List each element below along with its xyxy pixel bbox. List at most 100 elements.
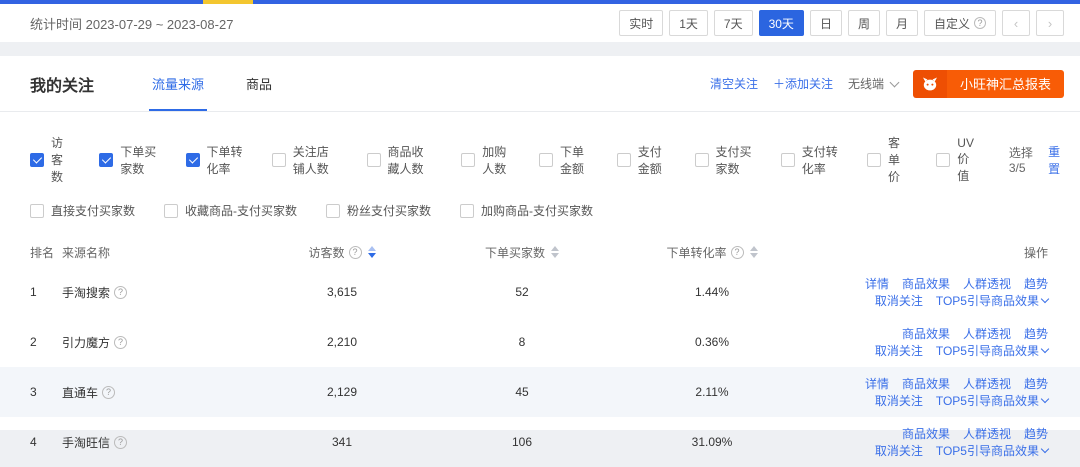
unfollow-link[interactable]: 取消关注 bbox=[875, 395, 923, 407]
metric-order-conversion[interactable]: 下单转化率 bbox=[186, 143, 243, 177]
channel-select[interactable]: 无线端 bbox=[848, 75, 898, 92]
source-name: 引力魔方 bbox=[62, 334, 110, 351]
table-row: 3 直通车 ? 2,129 45 2.11% 详情 商品效果 人群透视 趋势 取… bbox=[0, 367, 1080, 417]
range-button-week[interactable]: 周 bbox=[848, 10, 880, 36]
tab-items[interactable]: 商品 bbox=[246, 56, 272, 111]
trend-link[interactable]: 趋势 bbox=[1024, 278, 1048, 290]
summary-report-label: 小旺神汇总报表 bbox=[947, 70, 1064, 98]
metric-label: 下单金额 bbox=[560, 143, 588, 177]
source-cell: 直通车 ? bbox=[62, 384, 242, 401]
metric-pay-amount[interactable]: 支付金额 bbox=[617, 143, 666, 177]
metric-filters: 访客数 下单买家数 下单转化率 关注店铺人数 商品收藏人数 加购人数 下单金额 … bbox=[0, 112, 1080, 219]
checkbox-icon[interactable] bbox=[781, 153, 795, 167]
detail-link[interactable]: 详情 bbox=[865, 278, 889, 290]
checkbox-icon[interactable] bbox=[30, 204, 44, 218]
checkbox-icon[interactable] bbox=[326, 204, 340, 218]
audience-insight-link[interactable]: 人群透视 bbox=[963, 278, 1011, 290]
range-button-realtime[interactable]: 实时 bbox=[619, 10, 663, 36]
detail-link[interactable]: 详情 bbox=[865, 378, 889, 390]
checkbox-icon[interactable] bbox=[272, 153, 286, 167]
metric-avg-order-value[interactable]: 客单价 bbox=[867, 134, 907, 185]
metric-fan-pay-buyers[interactable]: 粉丝支付买家数 bbox=[326, 202, 431, 219]
sort-icon-order-buyers[interactable] bbox=[551, 246, 559, 258]
top5-effect-link[interactable]: TOP5引导商品效果 bbox=[936, 395, 1048, 407]
checkbox-icon[interactable] bbox=[867, 153, 881, 167]
help-icon[interactable]: ? bbox=[114, 436, 127, 449]
order-buyers-cell: 45 bbox=[442, 385, 602, 399]
selection-counter: 选择 3/5 重置 bbox=[1009, 143, 1064, 177]
visitors-cell: 3,615 bbox=[242, 285, 442, 299]
top5-effect-link[interactable]: TOP5引导商品效果 bbox=[936, 295, 1048, 307]
range-button-day[interactable]: 日 bbox=[810, 10, 842, 36]
metric-pay-buyers[interactable]: 支付买家数 bbox=[695, 143, 752, 177]
chevron-down-icon bbox=[1041, 345, 1049, 353]
metric-cart-item-pay-buyers[interactable]: 加购商品-支付买家数 bbox=[460, 202, 593, 219]
order-conversion-cell: 1.44% bbox=[602, 285, 822, 299]
trend-link[interactable]: 趋势 bbox=[1024, 378, 1048, 390]
top5-effect-link[interactable]: TOP5引导商品效果 bbox=[936, 345, 1048, 357]
audience-insight-link[interactable]: 人群透视 bbox=[963, 378, 1011, 390]
table-row: 1 手淘搜索 ? 3,615 52 1.44% 详情 商品效果 人群透视 趋势 … bbox=[0, 267, 1080, 317]
help-icon[interactable]: ? bbox=[102, 386, 115, 399]
help-icon[interactable]: ? bbox=[114, 286, 127, 299]
trend-link[interactable]: 趋势 bbox=[1024, 328, 1048, 340]
metric-order-amount[interactable]: 下单金额 bbox=[539, 143, 588, 177]
checkbox-icon[interactable] bbox=[461, 153, 475, 167]
metric-pay-conversion[interactable]: 支付转化率 bbox=[781, 143, 838, 177]
range-button-30d[interactable]: 30天 bbox=[759, 10, 804, 36]
source-cell: 手淘搜索 ? bbox=[62, 284, 242, 301]
range-button-custom[interactable]: 自定义 ? bbox=[924, 10, 996, 36]
unfollow-link[interactable]: 取消关注 bbox=[875, 445, 923, 457]
item-effect-link[interactable]: 商品效果 bbox=[902, 428, 950, 440]
unfollow-link[interactable]: 取消关注 bbox=[875, 345, 923, 357]
help-icon[interactable]: ? bbox=[731, 246, 744, 259]
metric-direct-pay-buyers[interactable]: 直接支付买家数 bbox=[30, 202, 135, 219]
col-header-visitors: 访客数 ? bbox=[242, 244, 442, 261]
audience-insight-link[interactable]: 人群透视 bbox=[963, 428, 1011, 440]
sort-icon-visitors[interactable] bbox=[368, 246, 376, 258]
range-button-7d[interactable]: 7天 bbox=[714, 10, 753, 36]
checkbox-icon[interactable] bbox=[30, 153, 44, 167]
checkbox-icon[interactable] bbox=[367, 153, 381, 167]
summary-report-button[interactable]: 小旺神汇总报表 bbox=[913, 70, 1064, 98]
audience-insight-link[interactable]: 人群透视 bbox=[963, 328, 1011, 340]
unfollow-link[interactable]: 取消关注 bbox=[875, 295, 923, 307]
checkbox-icon[interactable] bbox=[164, 204, 178, 218]
clear-follow-link[interactable]: 清空关注 bbox=[710, 75, 758, 92]
metric-label: 直接支付买家数 bbox=[51, 202, 135, 219]
checkbox-icon[interactable] bbox=[695, 153, 709, 167]
metric-uv-value[interactable]: UV价值 bbox=[936, 136, 980, 184]
table-row: 2 引力魔方 ? 2,210 8 0.36% 商品效果 人群透视 趋势 取消关注 bbox=[0, 317, 1080, 367]
range-button-1d[interactable]: 1天 bbox=[669, 10, 708, 36]
item-effect-link[interactable]: 商品效果 bbox=[902, 378, 950, 390]
sort-icon-order-conversion[interactable] bbox=[750, 246, 758, 258]
metric-fav-item-pay-buyers[interactable]: 收藏商品-支付买家数 bbox=[164, 202, 297, 219]
metric-cart-users[interactable]: 加购人数 bbox=[461, 143, 510, 177]
top5-effect-link[interactable]: TOP5引导商品效果 bbox=[936, 445, 1048, 457]
reset-link[interactable]: 重置 bbox=[1048, 143, 1064, 177]
metric-order-buyers[interactable]: 下单买家数 bbox=[99, 143, 156, 177]
range-button-month[interactable]: 月 bbox=[886, 10, 918, 36]
checkbox-icon[interactable] bbox=[186, 153, 200, 167]
checkbox-icon[interactable] bbox=[539, 153, 553, 167]
checkbox-icon[interactable] bbox=[460, 204, 474, 218]
metric-shop-followers[interactable]: 关注店铺人数 bbox=[272, 143, 338, 177]
item-effect-link[interactable]: 商品效果 bbox=[902, 278, 950, 290]
metric-visitors[interactable]: 访客数 bbox=[30, 134, 70, 185]
metric-label: 粉丝支付买家数 bbox=[347, 202, 431, 219]
checkbox-icon[interactable] bbox=[617, 153, 631, 167]
checkbox-icon[interactable] bbox=[99, 153, 113, 167]
checkbox-icon[interactable] bbox=[936, 153, 950, 167]
next-range-button[interactable]: › bbox=[1036, 10, 1064, 36]
prev-range-button[interactable]: ‹ bbox=[1002, 10, 1030, 36]
table-row: 4 手淘旺信 ? 341 106 31.09% 商品效果 人群透视 趋势 取消关… bbox=[0, 417, 1080, 467]
tab-traffic-source[interactable]: 流量来源 bbox=[152, 56, 204, 111]
help-icon[interactable]: ? bbox=[114, 336, 127, 349]
item-effect-link[interactable]: 商品效果 bbox=[902, 328, 950, 340]
trend-link[interactable]: 趋势 bbox=[1024, 428, 1048, 440]
help-icon[interactable]: ? bbox=[349, 246, 362, 259]
top5-effect-label: TOP5引导商品效果 bbox=[936, 395, 1039, 407]
operation-cell: 商品效果 人群透视 趋势 取消关注 TOP5引导商品效果 bbox=[822, 428, 1048, 457]
metric-item-favorites[interactable]: 商品收藏人数 bbox=[367, 143, 433, 177]
add-follow-link[interactable]: ＋添加关注 bbox=[773, 75, 833, 92]
